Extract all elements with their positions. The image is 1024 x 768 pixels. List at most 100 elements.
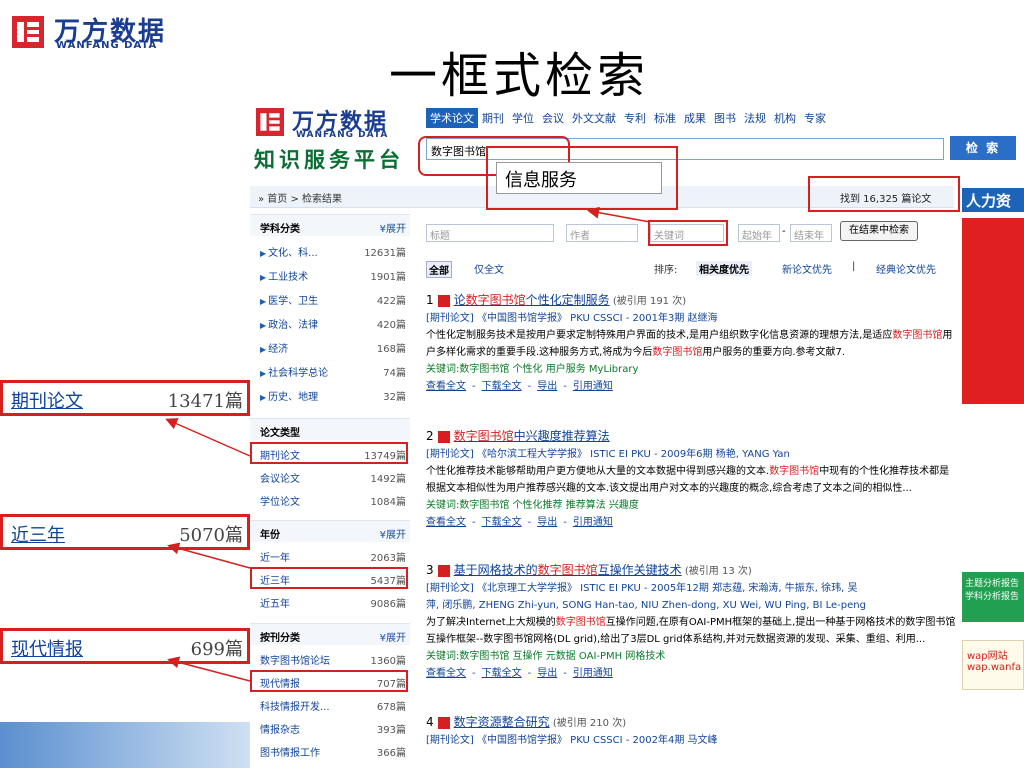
subject-item[interactable]: ▶ 政治、法律 420篇 xyxy=(250,312,410,334)
result-keywords[interactable]: 关键词:数字图书馆 个性化 用户服务 MyLibrary xyxy=(426,361,956,378)
year-item[interactable]: 近一年 2063篇 xyxy=(250,545,410,567)
sort-label: 排序: xyxy=(654,265,678,276)
search-within-button[interactable]: 在结果中检索 xyxy=(840,221,918,241)
modern-intelligence-highlight xyxy=(250,670,408,692)
result-title[interactable]: 基于网格技术的数字图书馆互操作关键技术 xyxy=(454,563,682,577)
end-year-input[interactable]: 结束年 xyxy=(790,224,832,242)
result-title-post: 个性化定制服务 xyxy=(525,293,610,307)
export-link[interactable]: 导出 xyxy=(537,517,557,528)
tab-academic-papers[interactable]: 学术论文 xyxy=(426,108,478,128)
tab-law[interactable]: 法规 xyxy=(740,108,770,128)
abstract-part: 为了解决Internet上大规模的 xyxy=(426,617,556,628)
subject-item[interactable]: ▶ 经济 168篇 xyxy=(250,336,410,358)
sort-newest[interactable]: 新论文优先 xyxy=(782,261,832,276)
subject-item-count: 422篇 xyxy=(376,296,406,307)
pdf-icon[interactable] xyxy=(437,295,450,307)
journal-expand-link[interactable]: ¥展开 xyxy=(380,629,406,644)
citation-alert-link[interactable]: 引用通知 xyxy=(573,381,613,392)
keyword-popup-input[interactable]: 信息服务 xyxy=(496,162,662,194)
link-sep: - xyxy=(527,381,532,392)
journal-item[interactable]: 科技情报开发... 678篇 xyxy=(250,694,410,716)
result-meta[interactable]: [期刊论文] 《哈尔滨工程大学学报》 ISTIC EI PKU - 2009年6… xyxy=(426,446,956,463)
filter-fulltext-only[interactable]: 仅全文 xyxy=(474,261,504,276)
link-sep: - xyxy=(527,517,532,528)
view-fulltext-link[interactable]: 查看全文 xyxy=(426,381,466,392)
pdf-icon[interactable] xyxy=(437,565,450,577)
year-expand-link[interactable]: ¥展开 xyxy=(380,526,406,541)
tab-foreign[interactable]: 外文文献 xyxy=(568,108,620,128)
result-item: 2 数字图书馆中兴趣度推荐算法 [期刊论文] 《哈尔滨工程大学学报》 ISTIC … xyxy=(426,428,956,531)
result-meta-authors[interactable]: 萍, 闭乐鹏, ZHENG Zhi-yun, SONG Han-tao, NIU… xyxy=(426,597,956,614)
subject-item[interactable]: ▶ 医学、卫生 422篇 xyxy=(250,288,410,310)
result-meta[interactable]: [期刊论文] 《中国图书馆学报》 PKU CSSCI - 2001年3期 赵继海 xyxy=(426,310,956,327)
pdf-icon[interactable] xyxy=(437,431,450,443)
author-filter-input[interactable]: 作者 xyxy=(566,224,638,242)
result-title[interactable]: 数字资源整合研究 xyxy=(454,715,550,729)
journal-label: 图书情报工作 xyxy=(260,748,320,759)
paper-type-item[interactable]: 会议论文 1492篇 xyxy=(250,466,410,488)
subject-item[interactable]: ▶ 历史、地理 32篇 xyxy=(250,384,410,406)
journal-label: 情报杂志 xyxy=(260,725,300,736)
subject-item-count: 32篇 xyxy=(383,392,406,403)
citation-alert-link[interactable]: 引用通知 xyxy=(573,517,613,528)
year-label: 近一年 xyxy=(260,553,290,564)
link-sep: - xyxy=(563,668,567,679)
search-button[interactable]: 检 索 xyxy=(950,136,1016,160)
view-fulltext-link[interactable]: 查看全文 xyxy=(426,517,466,528)
citation-alert-link[interactable]: 引用通知 xyxy=(573,668,613,679)
journal-item[interactable]: 情报杂志 393篇 xyxy=(250,717,410,739)
rengli-ad-banner[interactable]: 人力资 xyxy=(962,188,1024,212)
abstract-highlight: 数字图书馆 xyxy=(892,330,943,341)
sort-classic[interactable]: 经典论文优先 xyxy=(876,261,936,276)
analysis-report-ad[interactable]: 主题分析报告 学科分析报告 xyxy=(962,572,1024,622)
download-link[interactable]: 下载全文 xyxy=(482,668,522,679)
export-link[interactable]: 导出 xyxy=(537,381,557,392)
journal-item[interactable]: 数字图书馆论坛 1360篇 xyxy=(250,648,410,670)
download-link[interactable]: 下载全文 xyxy=(482,517,522,528)
journal-count: 393篇 xyxy=(376,725,406,736)
tab-books[interactable]: 图书 xyxy=(710,108,740,128)
result-number: 3 xyxy=(426,563,434,577)
result-title[interactable]: 论数字图书馆个性化定制服务 xyxy=(454,293,610,307)
tab-standard[interactable]: 标准 xyxy=(650,108,680,128)
paper-type-item[interactable]: 学位论文 1084篇 xyxy=(250,489,410,511)
view-fulltext-link[interactable]: 查看全文 xyxy=(426,668,466,679)
result-title[interactable]: 数字图书馆中兴趣度推荐算法 xyxy=(454,429,610,443)
tab-degree[interactable]: 学位 xyxy=(508,108,538,128)
sort-relevance[interactable]: 相关度优先 xyxy=(696,261,752,276)
subject-heading: 学科分类 ¥展开 xyxy=(250,214,410,236)
wap-site-text: wap网站 wap.wanfa xyxy=(967,651,1022,673)
promo-ad-banner[interactable] xyxy=(962,218,1024,404)
category-tabs: 学术论文 期刊 学位 会议 外文文献 专利 标准 成果 图书 法规 机构 专家 xyxy=(426,108,830,128)
analysis-report-text: 主题分析报告 学科分析报告 xyxy=(965,579,1020,602)
download-link[interactable]: 下载全文 xyxy=(482,381,522,392)
result-meta[interactable]: [期刊论文] 《中国图书馆学报》 PKU CSSCI - 2002年4期 马文峰 xyxy=(426,732,956,749)
subject-expand-link[interactable]: ¥展开 xyxy=(380,220,406,235)
expand-triangle-icon: ▶ xyxy=(260,249,267,258)
pdf-icon[interactable] xyxy=(437,717,450,729)
tab-institution[interactable]: 机构 xyxy=(770,108,800,128)
result-keywords[interactable]: 关键词:数字图书馆 个性化推荐 推荐算法 兴趣度 xyxy=(426,497,956,514)
result-title-post: 中兴趣度推荐算法 xyxy=(513,429,610,443)
result-keywords[interactable]: 关键词:数字图书馆 互操作 元数据 OAI-PMH 网格技术 xyxy=(426,648,956,665)
tab-journals[interactable]: 期刊 xyxy=(478,108,508,128)
year-count: 9086篇 xyxy=(370,599,406,610)
year-item[interactable]: 近五年 9086篇 xyxy=(250,591,410,613)
subject-item[interactable]: ▶ 工业技术 1901篇 xyxy=(250,264,410,286)
result-meta[interactable]: [期刊论文] 《北京理工大学学报》 ISTIC EI PKU - 2005年12… xyxy=(426,580,956,597)
subject-item[interactable]: ▶ 社会科学总论 74篇 xyxy=(250,360,410,382)
filter-all[interactable]: 全部 xyxy=(426,261,452,278)
export-link[interactable]: 导出 xyxy=(537,668,557,679)
abstract-part: 个性化推荐技术能够帮助用户更方便地从大量的文本数据中得到感兴趣的文本. xyxy=(426,466,770,477)
journal-item[interactable]: 图书情报工作 366篇 xyxy=(250,740,410,760)
tab-patent[interactable]: 专利 xyxy=(620,108,650,128)
callout-count: 699篇 xyxy=(190,639,243,660)
link-sep: - xyxy=(472,381,476,392)
title-filter-input[interactable]: 标题 xyxy=(426,224,554,242)
tab-expert[interactable]: 专家 xyxy=(800,108,830,128)
subject-item[interactable]: ▶ 文化、科... 12631篇 xyxy=(250,240,410,262)
wap-site-ad[interactable]: wap网站 wap.wanfa xyxy=(962,640,1024,690)
start-year-input[interactable]: 起始年 xyxy=(738,224,780,242)
tab-achievement[interactable]: 成果 xyxy=(680,108,710,128)
tab-conference[interactable]: 会议 xyxy=(538,108,568,128)
